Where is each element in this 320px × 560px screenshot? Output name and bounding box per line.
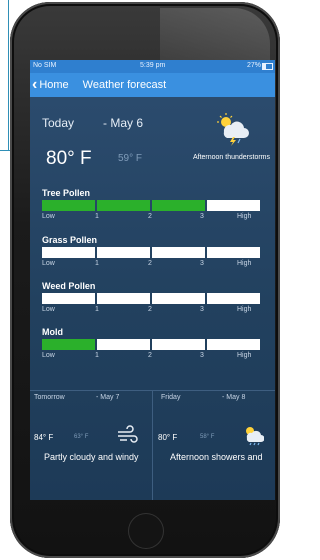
forecast-condition: Afternoon showers and	[170, 452, 263, 462]
back-button[interactable]: ‹ Home	[32, 77, 69, 93]
pollen-scale: Low 1 2 3 High	[42, 304, 260, 314]
pollen-segment	[97, 293, 150, 304]
pollen-scale-label: 1	[95, 260, 99, 267]
pollen-segment	[152, 247, 205, 258]
forecast-date: - May 7	[96, 394, 120, 401]
home-button[interactable]	[128, 513, 164, 549]
wind-icon	[118, 425, 138, 443]
pollen-label: Weed Pollen	[42, 281, 96, 291]
pollen-segment	[42, 200, 95, 211]
divider-vertical	[152, 390, 153, 500]
pollen-scale-label: Low	[42, 352, 55, 359]
page-title: Weather forecast	[82, 79, 167, 91]
forecast-temp-low: 63° F	[74, 434, 89, 440]
pollen-segment	[152, 293, 205, 304]
pollen-scale-label: 1	[95, 306, 99, 313]
pollen-segment	[42, 339, 95, 350]
pollen-row: Weed Pollen Low 1 2 3 High	[42, 281, 260, 314]
rain-showers-icon	[246, 427, 264, 446]
pollen-scale-label: Low	[42, 213, 55, 220]
battery-percent: 27%	[246, 62, 261, 69]
pollen-scale-label: 2	[148, 352, 152, 359]
pollen-scale: Low 1 2 3 High	[42, 258, 260, 268]
forecast-date: - May 8	[222, 394, 246, 401]
today-date: - May 6	[103, 116, 144, 130]
forecast-card-tomorrow[interactable]: Tomorrow - May 7 84° F 63° F Partly clou…	[34, 394, 152, 494]
pollen-row: Tree Pollen Low 1 2 3 High	[42, 188, 260, 221]
pollen-scale-label: High	[237, 352, 252, 359]
chevron-left-icon: ‹	[32, 76, 38, 93]
pollen-scale-label: 1	[95, 213, 99, 220]
pollen-scale-label: High	[237, 213, 252, 220]
pollen-segment	[152, 339, 205, 350]
app-screen: No SIM 5:39 pm 27% ‹ Home Weather foreca…	[30, 60, 275, 500]
pollen-row: Grass Pollen Low 1 2 3 High	[42, 235, 260, 268]
pollen-scale: Low 1 2 3 High	[42, 350, 260, 360]
pollen-level-bar	[42, 247, 260, 258]
pollen-segment	[207, 339, 260, 350]
pollen-scale-label: 2	[148, 213, 152, 220]
battery-icon	[262, 63, 273, 70]
pollen-scale-label: 3	[200, 260, 204, 267]
clock: 5:39 pm	[140, 62, 166, 69]
pollen-label: Grass Pollen	[42, 235, 98, 245]
forecast-day: Tomorrow	[34, 394, 65, 401]
pollen-segment	[152, 200, 205, 211]
pollen-scale: Low 1 2 3 High	[42, 211, 260, 221]
today-label: Today	[42, 116, 75, 130]
pollen-scale-label: 3	[200, 213, 204, 220]
back-label: Home	[39, 79, 69, 91]
forecast-condition: Partly cloudy and windy	[44, 452, 139, 462]
pollen-level-bar	[42, 293, 260, 304]
pollen-segment	[42, 247, 95, 258]
pollen-segment	[97, 200, 150, 211]
pollen-level-bar	[42, 339, 260, 350]
forecast-card-friday[interactable]: Friday - May 8 80° F 58° F Afternoon sho…	[156, 394, 274, 494]
pollen-scale-label: 3	[200, 306, 204, 313]
today-condition: Afternoon thunderstorms	[192, 154, 270, 161]
forecast-temp-high: 84° F	[34, 433, 54, 442]
today-temp-low: 59° F	[118, 153, 143, 164]
forecast-temp-high: 80° F	[158, 433, 178, 442]
pollen-segment	[42, 293, 95, 304]
decorative-line-vertical	[8, 0, 9, 150]
pollen-scale-label: 2	[148, 306, 152, 313]
pollen-scale-label: Low	[42, 260, 55, 267]
pollen-segment	[207, 200, 260, 211]
pollen-label: Tree Pollen	[42, 188, 91, 198]
status-bar: No SIM 5:39 pm 27%	[30, 60, 275, 73]
pollen-scale-label: High	[237, 260, 252, 267]
pollen-scale-label: High	[237, 306, 252, 313]
pollen-scale-label: 3	[200, 352, 204, 359]
thunderstorm-icon	[217, 113, 249, 146]
pollen-level-bar	[42, 200, 260, 211]
pollen-segment	[97, 247, 150, 258]
pollen-segment	[97, 339, 150, 350]
pollen-scale-label: 1	[95, 352, 99, 359]
pollen-label: Mold	[42, 327, 63, 337]
pollen-segment	[207, 247, 260, 258]
forecast-day: Friday	[161, 394, 181, 401]
forecast-temp-low: 58° F	[200, 434, 215, 440]
carrier-label: No SIM	[33, 62, 57, 69]
today-temp-high: 80° F	[46, 148, 92, 169]
pollen-scale-label: Low	[42, 306, 55, 313]
pollen-segment	[207, 293, 260, 304]
pollen-row: Mold Low 1 2 3 High	[42, 327, 260, 360]
pollen-scale-label: 2	[148, 260, 152, 267]
nav-bar: ‹ Home Weather forecast	[30, 73, 275, 97]
